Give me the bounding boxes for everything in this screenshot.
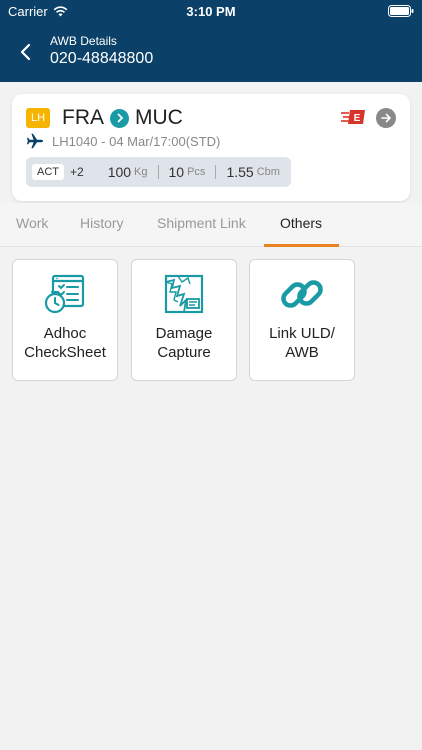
act-extra-count: +2 bbox=[70, 165, 84, 179]
status-bar: Carrier 3:10 PM bbox=[0, 0, 422, 24]
adhoc-checksheet-tile[interactable]: Adhoc CheckSheet bbox=[12, 259, 118, 381]
header-subtitle: AWB Details bbox=[50, 34, 117, 48]
weight-unit: Kg bbox=[134, 166, 148, 178]
damage-capture-tile[interactable]: Damage Capture bbox=[131, 259, 237, 381]
destination-code: MUC bbox=[135, 106, 183, 129]
battery-icon bbox=[388, 5, 414, 17]
app-header: AWB Details 020-48848800 bbox=[0, 24, 422, 82]
express-badge-text: E bbox=[354, 113, 361, 124]
tile-label: Adhoc CheckSheet bbox=[24, 325, 106, 361]
act-badge: ACT bbox=[32, 164, 64, 180]
airplane-icon bbox=[27, 133, 43, 149]
link-icon bbox=[281, 280, 323, 308]
active-tab-indicator bbox=[264, 244, 339, 247]
link-uld-awb-tile[interactable]: Link ULD/ AWB bbox=[249, 259, 355, 381]
shipment-card[interactable]: LH FRA MUC E LH1040 - 04 Mar/17:00(STD) … bbox=[12, 94, 410, 201]
tile-label: Link ULD/ AWB bbox=[269, 325, 335, 361]
route: FRA MUC bbox=[62, 106, 183, 130]
flight-row: LH1040 - 04 Mar/17:00(STD) bbox=[26, 133, 220, 149]
clock: 3:10 PM bbox=[186, 4, 236, 19]
tab-work[interactable]: Work bbox=[16, 215, 48, 231]
damage-capture-icon bbox=[164, 274, 204, 314]
pieces-unit: Pcs bbox=[187, 166, 206, 178]
tab-shipment-link[interactable]: Shipment Link bbox=[157, 215, 246, 231]
back-arrow-icon[interactable] bbox=[14, 40, 38, 64]
volume-unit: Cbm bbox=[256, 166, 280, 178]
shipment-stats: ACT +2 100 Kg 10 Pcs 1.55 Cbm bbox=[26, 157, 291, 187]
tab-bar: Work History Shipment Link Others bbox=[0, 203, 422, 247]
divider bbox=[157, 165, 159, 179]
go-forward-icon[interactable] bbox=[376, 108, 396, 128]
tile-label: Damage Capture bbox=[155, 325, 213, 361]
tab-others[interactable]: Others bbox=[280, 215, 322, 231]
checksheet-icon bbox=[44, 274, 85, 314]
route-arrow-icon bbox=[110, 108, 129, 128]
express-e-icon: E bbox=[341, 110, 365, 124]
volume-value: 1.55 bbox=[226, 164, 254, 180]
tab-history[interactable]: History bbox=[80, 215, 124, 231]
page-title: 020-48848800 bbox=[50, 50, 154, 67]
flight-info: LH1040 - 04 Mar/17:00(STD) bbox=[52, 133, 221, 149]
origin-code: FRA bbox=[62, 106, 104, 129]
divider bbox=[215, 165, 217, 179]
weight-value: 100 bbox=[107, 164, 132, 180]
airline-badge: LH bbox=[26, 108, 50, 128]
pieces-value: 10 bbox=[168, 164, 185, 180]
